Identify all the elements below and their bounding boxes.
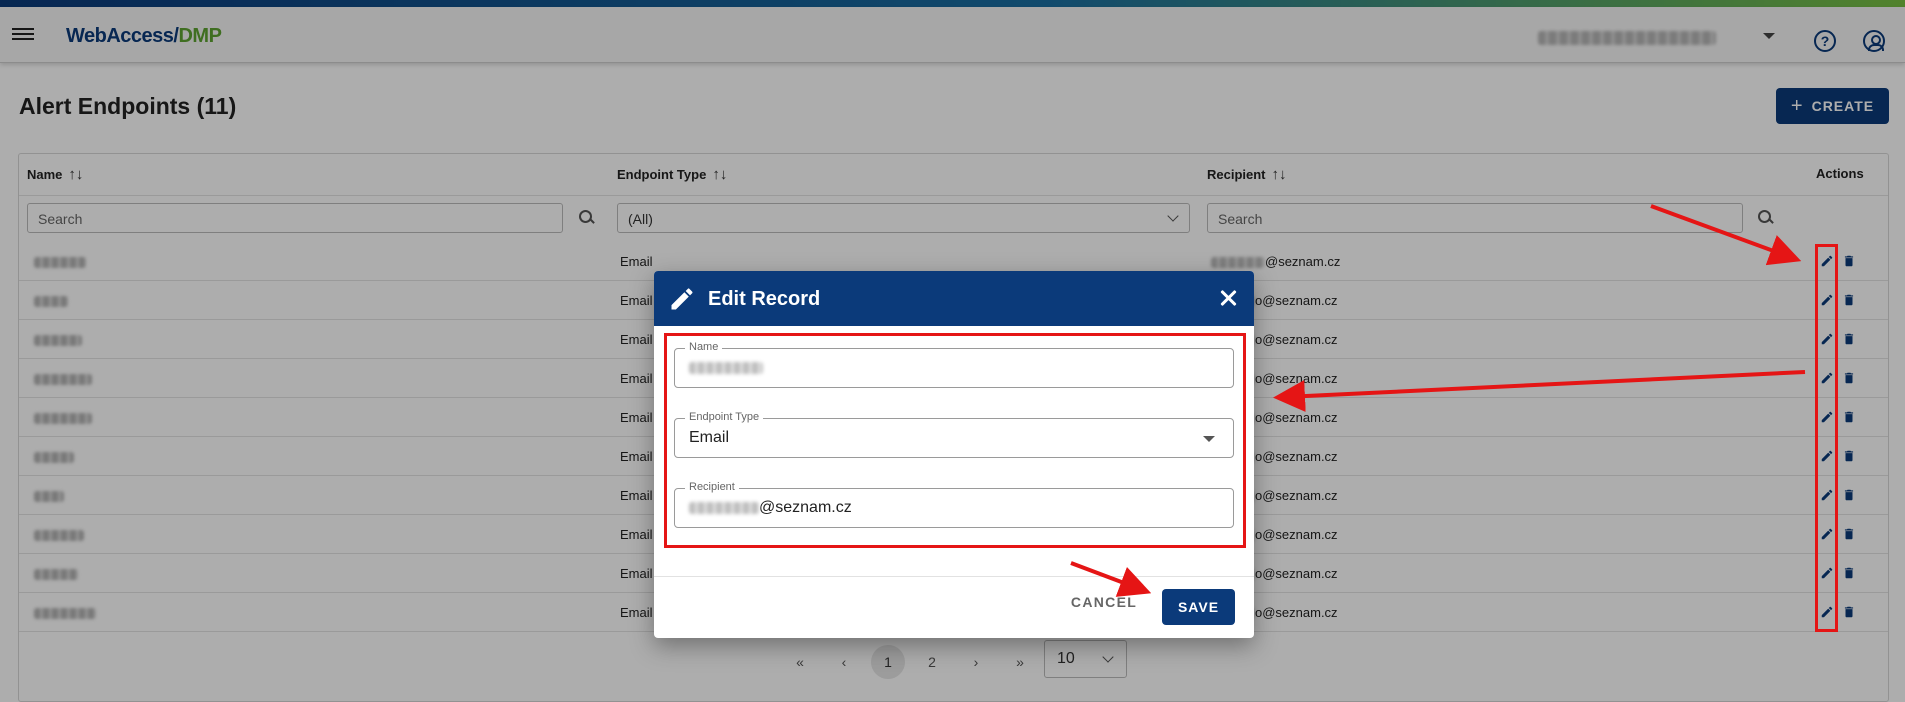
annotation-highlight-form (664, 333, 1246, 548)
dialog-title: Edit Record (708, 288, 821, 310)
dialog-header: Edit Record (654, 271, 1254, 326)
annotation-highlight-edit-column (1815, 244, 1838, 632)
close-icon[interactable] (1218, 288, 1238, 308)
save-button[interactable]: SAVE (1162, 589, 1235, 625)
dialog-footer-divider (654, 576, 1254, 577)
pencil-icon (671, 288, 693, 310)
cancel-button[interactable]: CANCEL (1059, 594, 1149, 616)
